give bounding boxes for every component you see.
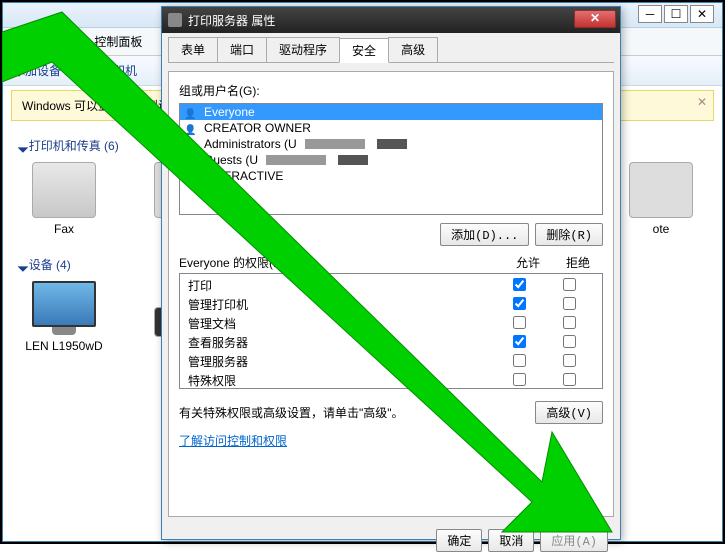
user-name: INTERACTIVE [204, 169, 283, 183]
device-label: ote [616, 222, 706, 236]
allow-checkbox[interactable] [513, 373, 526, 386]
device-label: Fax [19, 222, 109, 236]
permissions-label: Everyone 的权限(P) [179, 254, 503, 271]
add-printer-link[interactable]: 添加打印机 [77, 62, 137, 79]
allow-checkbox[interactable] [513, 335, 526, 348]
monitor-icon [32, 281, 96, 327]
dialog-titlebar[interactable]: 打印服务器 属性 ✕ [162, 7, 620, 33]
advanced-hint-text: 有关特殊权限或高级设置，请单击"高级"。 [179, 404, 535, 421]
user-icon [184, 122, 200, 134]
user-name: CREATOR OWNER [204, 121, 311, 135]
printer-icon [168, 13, 182, 27]
chevron-icon: ▣ [69, 35, 80, 49]
permission-name: 特殊权限 [188, 372, 494, 389]
user-name: Guests (U [204, 153, 258, 167]
deny-checkbox[interactable] [563, 297, 576, 310]
apply-button[interactable]: 应用(A) [540, 529, 608, 552]
allow-column-header: 允许 [503, 254, 553, 271]
dialog-title: 打印服务器 属性 [188, 12, 275, 29]
deny-column-header: 拒绝 [553, 254, 603, 271]
device-label: LEN L1950wD [19, 339, 109, 353]
forward-button[interactable]: ► [35, 31, 61, 53]
group-icon [184, 154, 200, 166]
breadcrumb-text[interactable]: 控制面板 [94, 33, 142, 50]
user-list-item[interactable]: Administrators (U [180, 136, 602, 152]
cancel-button[interactable]: 取消 [488, 529, 534, 552]
permission-row: 查看服务器 [180, 333, 602, 352]
back-button[interactable]: ◄ [7, 31, 33, 53]
tab-advanced[interactable]: 高级 [388, 37, 438, 62]
close-button[interactable]: ✕ [690, 5, 714, 23]
device-item[interactable]: LEN L1950wD [19, 281, 109, 355]
user-name: Everyone [204, 105, 255, 119]
allow-checkbox[interactable] [513, 354, 526, 367]
add-device-link[interactable]: 添加设备 [13, 62, 61, 79]
add-button[interactable]: 添加(D)... [440, 223, 529, 246]
groups-label: 组或用户名(G): [179, 82, 603, 99]
group-icon [184, 138, 200, 150]
tab-forms[interactable]: 表单 [168, 37, 218, 62]
permissions-list: 打印管理打印机管理文档查看服务器管理服务器特殊权限 [179, 273, 603, 389]
permission-row: 打印 [180, 276, 602, 295]
printer-icon [629, 162, 693, 218]
remove-button[interactable]: 删除(R) [535, 223, 603, 246]
allow-checkbox[interactable] [513, 316, 526, 329]
fax-icon [32, 162, 96, 218]
permission-row: 管理打印机 [180, 295, 602, 314]
permission-name: 管理打印机 [188, 296, 494, 313]
chevron-icon: ▸ [84, 35, 90, 49]
user-list-item[interactable]: INTERACTIVE [180, 168, 602, 184]
group-icon [184, 170, 200, 182]
deny-checkbox[interactable] [563, 373, 576, 386]
permissions-header: Everyone 的权限(P) 允许 拒绝 [179, 254, 603, 271]
maximize-button[interactable]: ☐ [664, 5, 688, 23]
user-list-item[interactable]: Guests (U [180, 152, 602, 168]
permission-row: 管理服务器 [180, 352, 602, 371]
ok-button[interactable]: 确定 [436, 529, 482, 552]
user-icon [184, 106, 200, 118]
dialog-close-button[interactable]: ✕ [574, 10, 616, 28]
deny-checkbox[interactable] [563, 278, 576, 291]
device-item[interactable]: Fax [19, 162, 109, 236]
security-tab-content: 组或用户名(G): Everyone CREATOR OWNER Administr… [168, 71, 614, 517]
allow-checkbox[interactable] [513, 278, 526, 291]
tab-ports[interactable]: 端口 [217, 37, 267, 62]
breadcrumb[interactable]: ▣ ▸ 控制面板 [69, 33, 142, 50]
tab-bar: 表单 端口 驱动程序 安全 高级 [168, 37, 614, 63]
deny-checkbox[interactable] [563, 335, 576, 348]
user-list-item[interactable]: Everyone [180, 104, 602, 120]
print-server-properties-dialog: 打印服务器 属性 ✕ 表单 端口 驱动程序 安全 高级 组或用户名(G): Ev… [161, 6, 621, 540]
permission-name: 打印 [188, 277, 494, 294]
allow-checkbox[interactable] [513, 297, 526, 310]
user-name: Administrators (U [204, 137, 297, 151]
deny-checkbox[interactable] [563, 316, 576, 329]
permission-name: 管理服务器 [188, 353, 494, 370]
user-list-item[interactable]: CREATOR OWNER [180, 120, 602, 136]
advanced-button[interactable]: 高级(V) [535, 401, 603, 424]
device-item[interactable]: ote [616, 162, 706, 236]
close-info-icon[interactable]: ✕ [697, 95, 707, 109]
permission-name: 管理文档 [188, 315, 494, 332]
permission-row: 特殊权限 [180, 371, 602, 390]
user-list[interactable]: Everyone CREATOR OWNER Administrators (U Gu… [179, 103, 603, 215]
tab-security[interactable]: 安全 [339, 38, 389, 63]
tab-drivers[interactable]: 驱动程序 [266, 37, 340, 62]
info-text: Windows 可以显示增强型设置 [22, 99, 182, 113]
deny-checkbox[interactable] [563, 354, 576, 367]
minimize-button[interactable]: ─ [638, 5, 662, 23]
permission-name: 查看服务器 [188, 334, 494, 351]
learn-more-link[interactable]: 了解访问控制和权限 [179, 432, 287, 449]
permission-row: 管理文档 [180, 314, 602, 333]
dialog-button-row: 确定 取消 应用(A) [162, 521, 620, 560]
